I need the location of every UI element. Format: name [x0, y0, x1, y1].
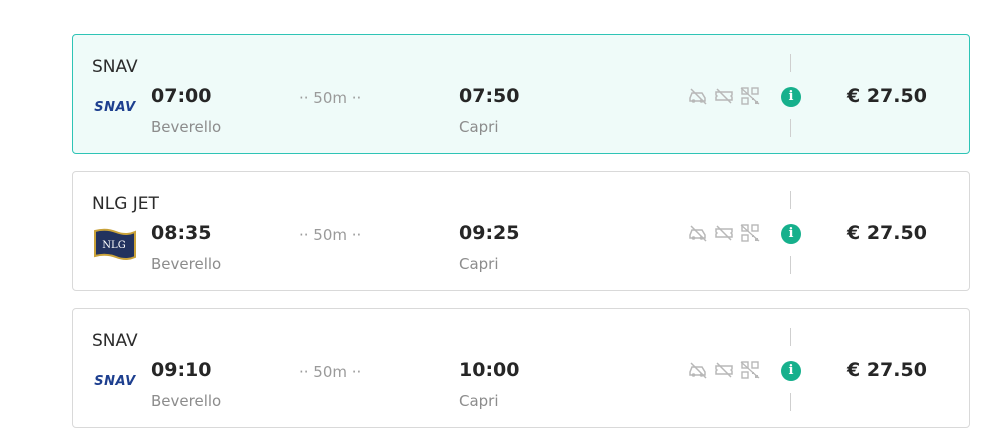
nlg-flag-logo: NLG: [91, 226, 139, 262]
departure-time: 08:35: [151, 222, 212, 244]
amenities: [688, 87, 760, 105]
arrival-port: Capri: [459, 392, 499, 410]
divider-top: [790, 54, 791, 72]
divider-bottom: [790, 256, 791, 274]
info-icon[interactable]: i: [781, 361, 801, 381]
trip-card[interactable]: SNAV SNAV 07:00 Beverello ·· 50m ·· 07:5…: [72, 34, 970, 154]
trip-duration: ·· 50m ··: [299, 363, 362, 381]
no-qr-code-icon: [740, 361, 760, 379]
price: € 27.50: [847, 85, 927, 107]
no-car-icon: [689, 362, 707, 379]
divider-top: [790, 191, 791, 209]
arrival-time: 07:50: [459, 85, 520, 107]
no-ticket-icon: [715, 225, 733, 241]
info-icon[interactable]: i: [781, 87, 801, 107]
price: € 27.50: [847, 222, 927, 244]
operator-name: SNAV: [92, 57, 138, 77]
departure-time: 07:00: [151, 85, 212, 107]
no-ticket-icon: [715, 362, 733, 378]
departure-port: Beverello: [151, 255, 222, 273]
arrival-port: Capri: [459, 255, 499, 273]
arrival-time: 09:25: [459, 222, 520, 244]
price: € 27.50: [847, 359, 927, 381]
trip-duration: ·· 50m ··: [299, 89, 362, 107]
trip-card[interactable]: SNAV SNAV 09:10 Beverello ·· 50m ·· 10:0…: [72, 308, 970, 428]
divider-bottom: [790, 393, 791, 411]
operator-name: NLG JET: [92, 194, 159, 214]
operator-name: SNAV: [92, 331, 138, 351]
amenities: [688, 224, 760, 242]
nlg-logo-text: NLG: [102, 240, 125, 251]
snav-logo-text: SNAV: [94, 99, 136, 115]
trip-card[interactable]: NLG JET NLG 08:35 Beverello ·· 50m ·· 09…: [72, 171, 970, 291]
arrival-port: Capri: [459, 118, 499, 136]
no-car-icon: [689, 88, 707, 105]
no-qr-code-icon: [740, 87, 760, 105]
snav-logo-text: SNAV: [94, 373, 136, 389]
departure-time: 09:10: [151, 359, 212, 381]
departure-port: Beverello: [151, 118, 222, 136]
snav-logo: SNAV: [91, 363, 139, 399]
divider-top: [790, 328, 791, 346]
no-car-icon: [689, 225, 707, 242]
departure-port: Beverello: [151, 392, 222, 410]
snav-logo: SNAV: [91, 89, 139, 125]
nlg-flag-icon: NLG: [94, 228, 136, 260]
no-qr-code-icon: [740, 224, 760, 242]
no-ticket-icon: [715, 88, 733, 104]
divider-bottom: [790, 119, 791, 137]
arrival-time: 10:00: [459, 359, 520, 381]
trip-duration: ·· 50m ··: [299, 226, 362, 244]
info-icon[interactable]: i: [781, 224, 801, 244]
amenities: [688, 361, 760, 379]
